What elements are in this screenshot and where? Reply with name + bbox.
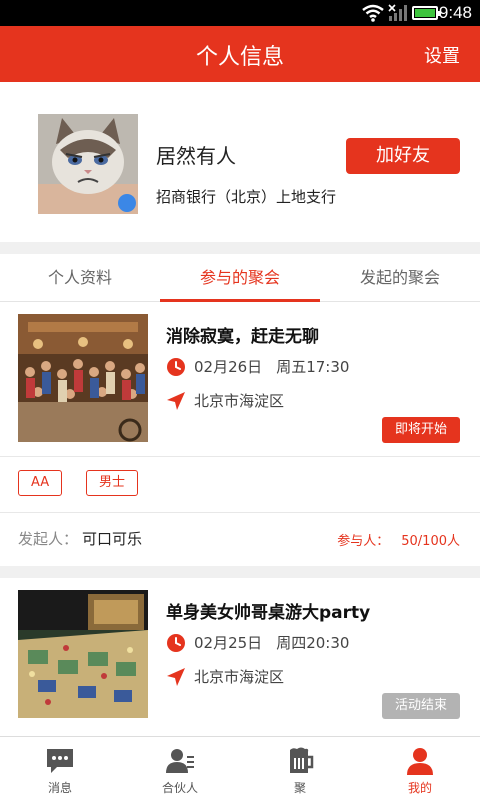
board-game-photo-image [18, 590, 148, 718]
event-card[interactable]: 消除寂寞，赶走无聊 02月26日 周五17:30 北京市海淀区 即将开始 AA … [0, 302, 480, 566]
event-weekday-time: 周四20:30 [276, 634, 350, 652]
clock-icon [167, 357, 185, 376]
event-location: 北京市海淀区 [166, 390, 284, 411]
tab-label: 个人资料 [47, 268, 112, 287]
event-location: 北京市海淀区 [166, 666, 284, 687]
bottom-nav: 消息 合伙人 聚 我的 [0, 736, 480, 800]
user-icon [407, 748, 433, 775]
event-status-badge[interactable]: 即将开始 [381, 417, 460, 443]
event-tag-aa: AA [18, 470, 63, 496]
title-bar: 个人信息 设置 [0, 26, 480, 82]
profile-name: 居然有人 [156, 144, 236, 168]
initiator-label: 发起人： [18, 530, 79, 548]
event-status-badge[interactable]: 活动结束 [381, 693, 460, 719]
event-thumbnail[interactable] [18, 590, 148, 718]
event-date: 02月26日 [194, 358, 263, 376]
divider [0, 456, 480, 457]
tab-initiated-gatherings[interactable]: 发起的聚会 [320, 254, 480, 302]
location-arrow-icon [167, 667, 185, 686]
party-photo-image [18, 314, 148, 442]
event-tag-gender: 男士 [86, 470, 139, 496]
tab-joined-gatherings[interactable]: 参与的聚会 [160, 254, 320, 302]
event-date: 02月25日 [194, 634, 263, 652]
nav-item-messages[interactable]: 消息 [0, 737, 120, 800]
chat-icon [47, 749, 73, 773]
tab-bar: 个人资料 参与的聚会 发起的聚会 [0, 254, 480, 302]
event-location-text: 北京市海淀区 [194, 392, 285, 410]
status-time: 9:48 [438, 3, 472, 22]
settings-button[interactable]: 设置 [424, 42, 460, 68]
nav-item-gather[interactable]: 聚 [240, 737, 360, 800]
event-card[interactable]: 单身美女帅哥桌游大party 02月25日 周四20:30 北京市海淀区 活动结… [0, 578, 480, 736]
profile-card: 居然有人 招商银行（北京）上地支行 加好友 [0, 82, 480, 242]
location-arrow-icon [167, 391, 185, 410]
event-time: 02月25日 周四20:30 [166, 632, 349, 653]
tab-profile[interactable]: 个人资料 [0, 254, 160, 302]
nav-label: 我的 [407, 781, 432, 795]
initiator-name[interactable]: 可口可乐 [82, 530, 142, 548]
nav-item-partners[interactable]: 合伙人 [120, 737, 240, 800]
event-participants: 参与人： 50/100人 [337, 530, 460, 549]
event-initiator: 发起人： 可口可乐 [18, 528, 142, 549]
profile-organization: 招商银行（北京）上地支行 [156, 188, 337, 206]
nav-label: 聚 [293, 781, 306, 795]
tab-label: 发起的聚会 [359, 268, 440, 287]
avatar[interactable] [38, 114, 138, 214]
event-thumbnail[interactable] [18, 314, 148, 442]
nav-label: 合伙人 [161, 781, 198, 795]
tab-label: 参与的聚会 [199, 268, 280, 287]
event-title: 单身美女帅哥桌游大party [166, 603, 371, 623]
participants-count: 50/100人 [401, 534, 460, 549]
status-bar: 9:48 [0, 0, 480, 26]
add-friend-button[interactable]: 加好友 [346, 138, 460, 174]
page-title: 个人信息 [195, 45, 284, 70]
wifi-icon [362, 4, 384, 22]
event-location-text: 北京市海淀区 [194, 668, 285, 686]
partner-icon [166, 749, 194, 773]
event-time: 02月26日 周五17:30 [166, 356, 349, 377]
nav-item-mine[interactable]: 我的 [360, 737, 480, 800]
nav-label: 消息 [47, 781, 72, 795]
event-title: 消除寂寞，赶走无聊 [166, 327, 319, 347]
participants-label: 参与人： [337, 534, 390, 549]
online-status-dot [118, 194, 136, 212]
beer-icon [290, 747, 314, 773]
clock-icon [167, 633, 185, 652]
battery-icon [412, 6, 441, 20]
divider [0, 512, 480, 513]
signal-icon [388, 4, 407, 21]
event-weekday-time: 周五17:30 [276, 358, 350, 376]
